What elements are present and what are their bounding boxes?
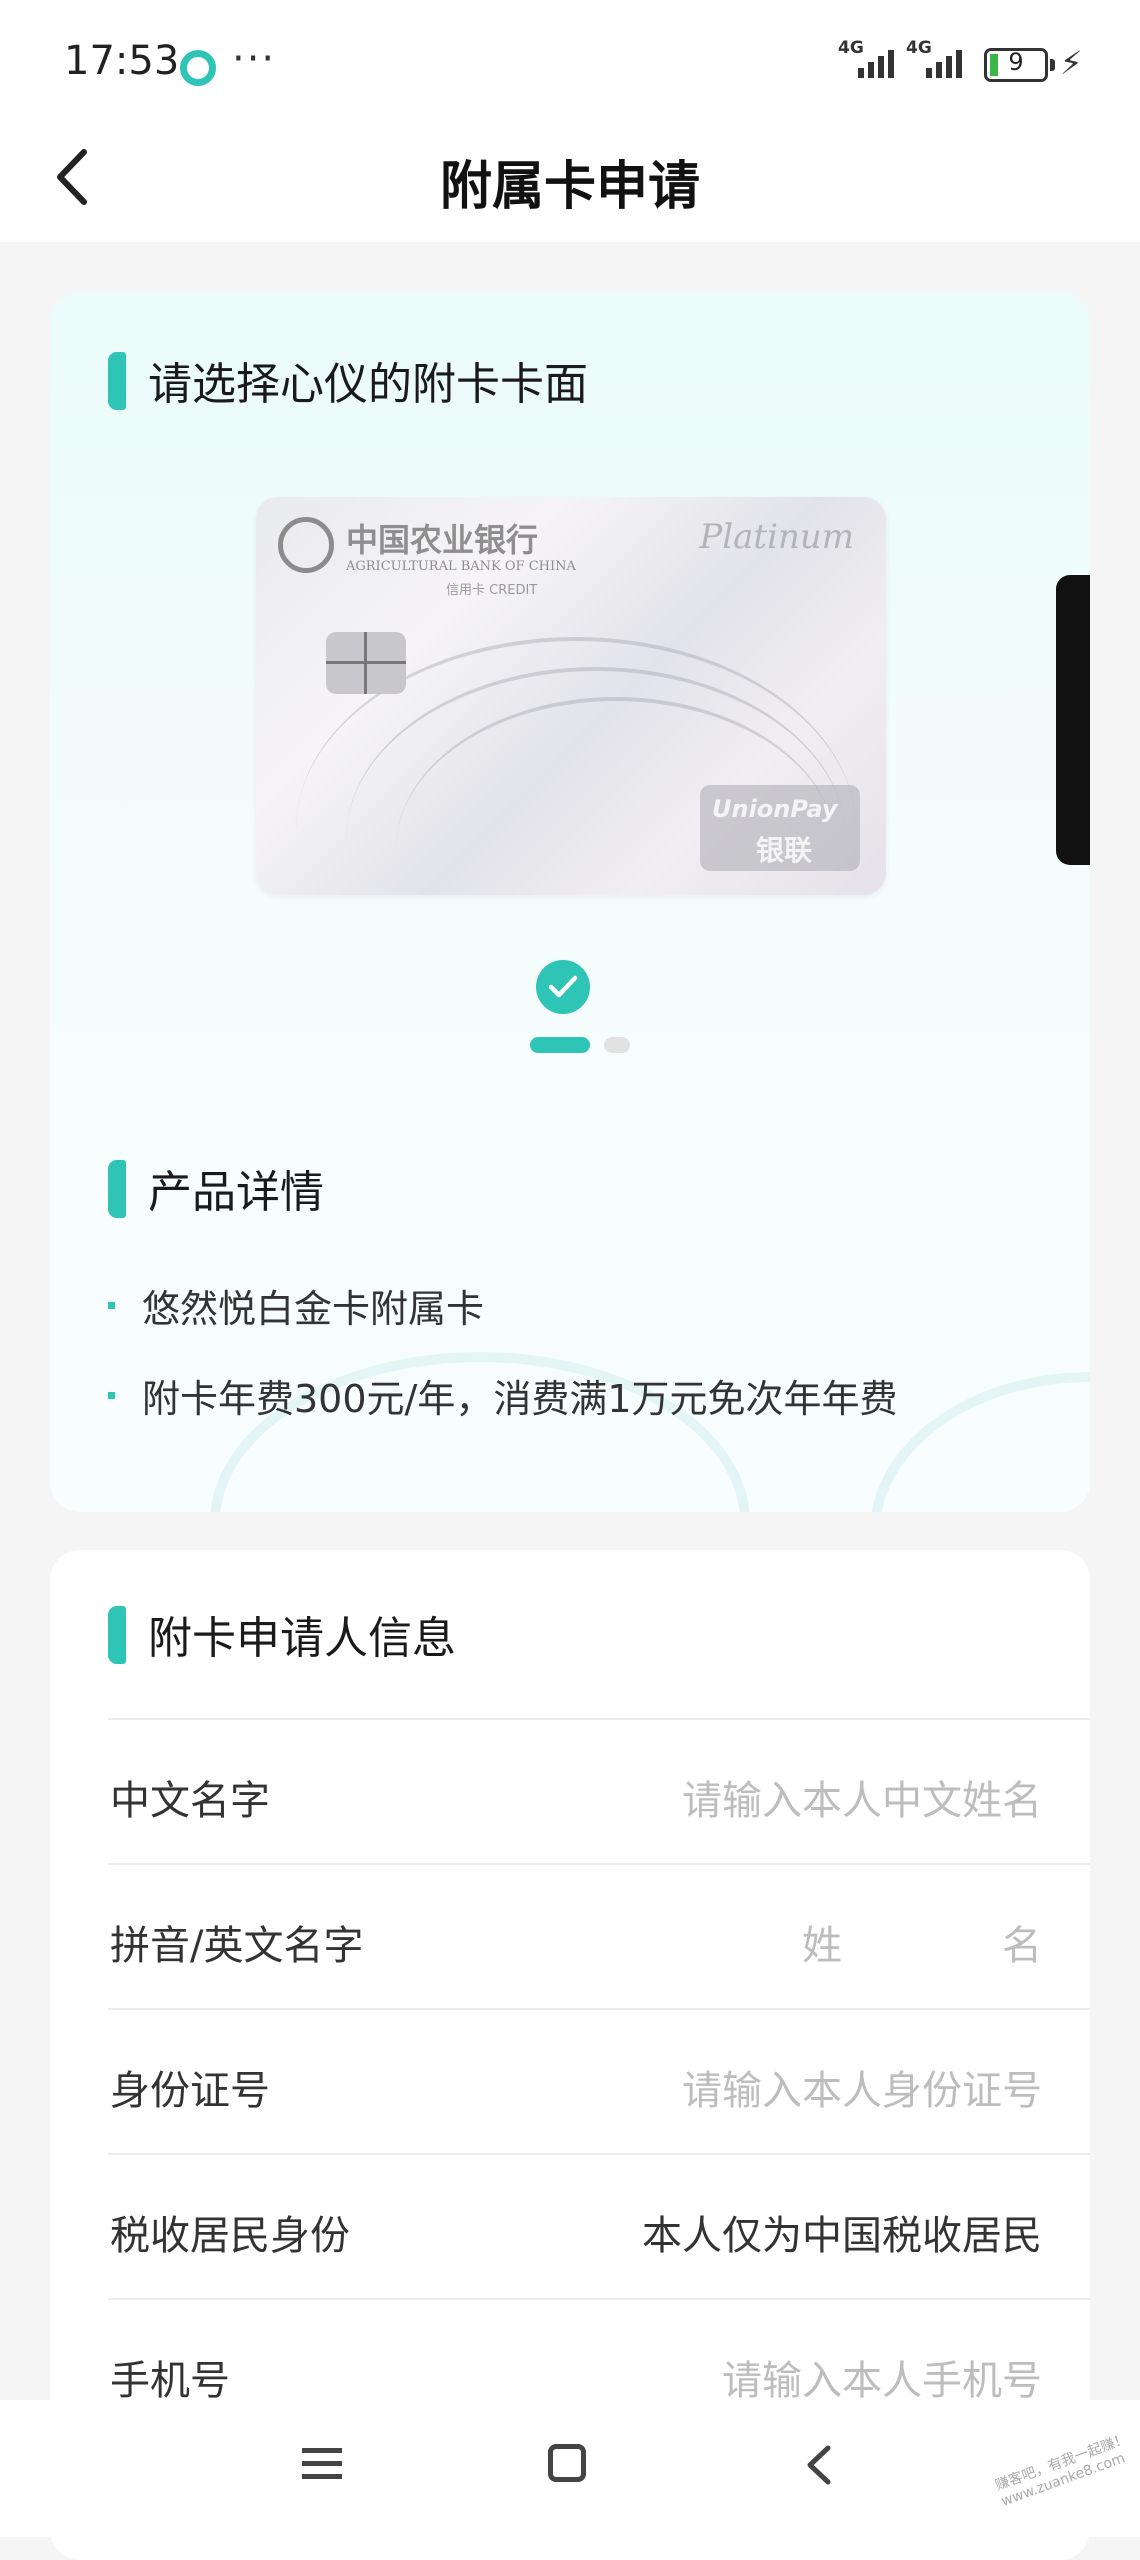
battery-icon: 9 — [984, 48, 1055, 82]
recent-apps-button[interactable] — [302, 2446, 342, 2482]
card-type-label: 信用卡 CREDIT — [446, 583, 538, 598]
system-navigation-bar — [0, 2400, 1140, 2537]
section-marker — [108, 352, 126, 410]
chinese-name-input[interactable]: 请输入本人中文姓名 — [682, 1768, 1042, 1826]
chinese-name-row: 中文名字 请输入本人中文姓名 — [108, 1718, 1090, 1864]
card-face-panel: 请选择心仪的附卡卡面 中国农业银行 AGRICULTURAL BANK OF C… — [50, 292, 1090, 1512]
field-label: 身份证号 — [110, 2068, 270, 2114]
section-title: 附卡申请人信息 — [148, 1613, 456, 1664]
tax-residency-row: 税收居民身份 本人仅为中国税收居民 — [108, 2153, 1090, 2299]
id-number-input[interactable]: 请输入本人身份证号 — [682, 2058, 1042, 2116]
app-indicator-icon — [180, 50, 216, 86]
home-button[interactable] — [548, 2444, 586, 2482]
field-label: 手机号 — [110, 2358, 230, 2404]
bullet-icon — [108, 1302, 115, 1309]
bullet-icon — [108, 1392, 115, 1399]
chip-icon — [326, 632, 406, 694]
selected-check-icon — [536, 960, 590, 1014]
section-marker — [108, 1606, 126, 1664]
field-label: 中文名字 — [110, 1778, 270, 1824]
status-bar: 17:53 ··· 4G 4G 9 ⚡ — [0, 0, 1140, 120]
card-tier: Platinum — [699, 517, 854, 557]
page-title: 附属卡申请 — [439, 157, 700, 217]
more-notifications-icon: ··· — [232, 36, 277, 82]
card-face-option-selected[interactable]: 中国农业银行 AGRICULTURAL BANK OF CHINA 信用卡 CR… — [256, 497, 886, 895]
pinyin-name-row: 拼音/英文名字 姓 名 — [108, 1863, 1090, 2009]
unionpay-logo-icon: UnionPay 银联 — [700, 785, 860, 871]
signal-icon-2: 4G — [906, 38, 970, 78]
decorative-arc — [870, 1372, 1090, 1512]
status-time: 17:53 — [64, 38, 180, 84]
signal-icon: 4G — [838, 38, 902, 78]
abc-bank-logo-icon — [278, 517, 334, 573]
section-marker — [108, 1160, 126, 1218]
chevron-left-icon — [807, 2445, 831, 2485]
surname-input[interactable]: 姓 — [802, 1913, 842, 1971]
pager-dot[interactable] — [604, 1037, 630, 1053]
card-bank-name: 中国农业银行 — [346, 521, 539, 559]
pager-dot-active[interactable] — [530, 1037, 590, 1053]
phone-input[interactable]: 请输入本人手机号 — [722, 2348, 1042, 2406]
id-number-row: 身份证号 请输入本人身份证号 — [108, 2008, 1090, 2154]
card-face-option-next[interactable] — [1056, 575, 1090, 865]
section-title: 产品详情 — [148, 1167, 324, 1218]
given-name-input[interactable]: 名 — [1002, 1913, 1042, 1971]
section-title: 请选择心仪的附卡卡面 — [148, 359, 588, 410]
system-back-button[interactable] — [800, 2440, 840, 2490]
field-label: 税收居民身份 — [110, 2213, 350, 2259]
card-bank-name-en: AGRICULTURAL BANK OF CHINA — [346, 559, 576, 574]
tax-residency-select[interactable]: 本人仅为中国税收居民 — [642, 2203, 1042, 2261]
battery-level: 9 — [1008, 48, 1024, 76]
field-label: 拼音/英文名字 — [110, 1923, 364, 1969]
navigation-bar: 附属卡申请 — [0, 120, 1140, 242]
charging-icon: ⚡ — [1060, 44, 1083, 82]
